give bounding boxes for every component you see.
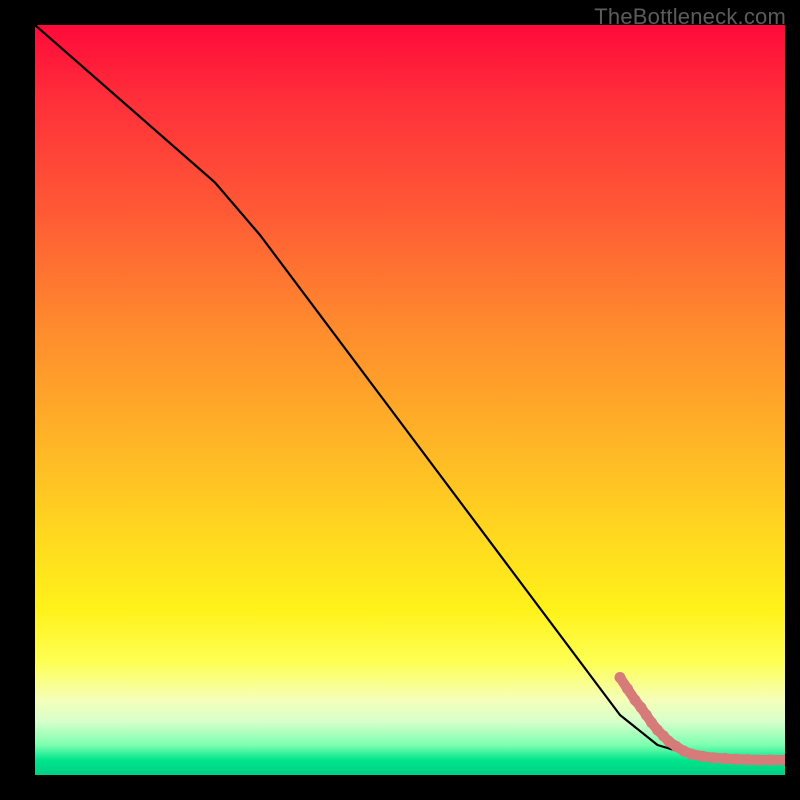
chart-overlay <box>35 25 785 775</box>
chart-frame <box>35 25 785 775</box>
data-markers <box>615 672 786 766</box>
curve-line <box>35 25 785 760</box>
watermark-text: TheBottleneck.com <box>594 4 786 30</box>
